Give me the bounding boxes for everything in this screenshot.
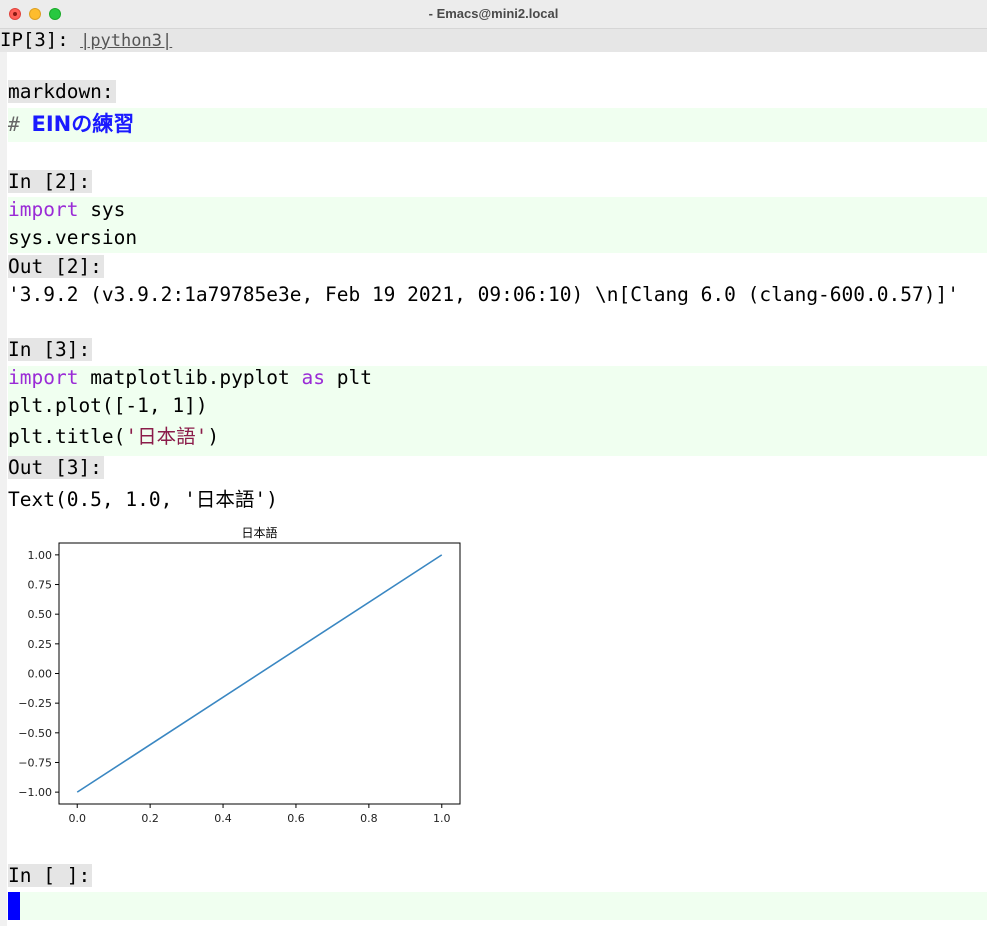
cell-3-output-text: Text(0.5, 1.0, '日本語') <box>8 488 278 511</box>
cell-3-code-line-1[interactable]: import matplotlib.pyplot as plt <box>8 364 372 392</box>
markdown-heading-line[interactable]: # EINの練習 <box>8 110 134 139</box>
y-tick-label: 1.00 <box>28 549 53 562</box>
x-tick-label: 0.0 <box>68 812 86 825</box>
cell-3-code-line-3[interactable]: plt.title('日本語') <box>8 423 219 451</box>
x-tick-label: 0.2 <box>141 812 159 825</box>
cell-3-out-prompt: Out [3]: <box>8 456 104 479</box>
cell-2-code-line-2[interactable]: sys.version <box>8 224 137 252</box>
y-tick-label: −0.75 <box>18 756 52 769</box>
y-tick-label: −0.50 <box>18 727 52 740</box>
notebook-prompt-label: IP[3]: <box>0 29 81 51</box>
x-tick-label: 1.0 <box>433 812 451 825</box>
left-fringe <box>0 52 7 926</box>
y-tick-label: −1.00 <box>18 786 52 799</box>
y-tick-label: 0.75 <box>28 579 53 592</box>
empty-code-cell[interactable] <box>8 892 987 920</box>
markdown-heading: EINの練習 <box>31 112 135 136</box>
heading-hash: # <box>8 113 20 136</box>
window-title: - Emacs@mini2.local <box>428 6 559 21</box>
y-tick-label: 0.50 <box>28 608 53 621</box>
cell-3-in-prompt: In [3]: <box>8 338 93 361</box>
code-cell-2[interactable] <box>8 197 987 253</box>
window-titlebar: - Emacs@mini2.local <box>0 0 987 29</box>
cell-2-out-prompt: Out [2]: <box>8 255 104 278</box>
markdown-cell-prompt: markdown: <box>8 80 116 103</box>
y-tick-label: 0.25 <box>28 638 53 651</box>
chart-title: 日本語 <box>241 525 277 540</box>
x-tick-label: 0.8 <box>360 812 378 825</box>
cell-4-in-prompt: In [ ]: <box>8 864 93 887</box>
cell-2-output: '3.9.2 (v3.9.2:1a79785e3e, Feb 19 2021, … <box>8 283 959 306</box>
cell-2-code-line-1[interactable]: import sys <box>8 196 125 224</box>
cell-2-in-prompt: In [2]: <box>8 170 93 193</box>
x-tick-label: 0.4 <box>214 812 232 825</box>
markdown-cell[interactable] <box>8 108 987 142</box>
x-tick-label: 0.6 <box>287 812 305 825</box>
matplotlib-plot: 日本語 1.00 0.75 0.50 0.25 0.00 −0.25 −0.50 −0.75 −… <box>18 525 461 825</box>
text-cursor <box>8 892 20 920</box>
y-tick-label: 0.00 <box>28 668 53 681</box>
notebook-header-line: IP[3]: |python3| <box>0 29 987 52</box>
kernel-name-link[interactable]: |python3| <box>80 31 172 51</box>
y-tick-label: −0.25 <box>18 697 52 710</box>
cell-3-code-line-2[interactable]: plt.plot([-1, 1]) <box>8 392 208 420</box>
